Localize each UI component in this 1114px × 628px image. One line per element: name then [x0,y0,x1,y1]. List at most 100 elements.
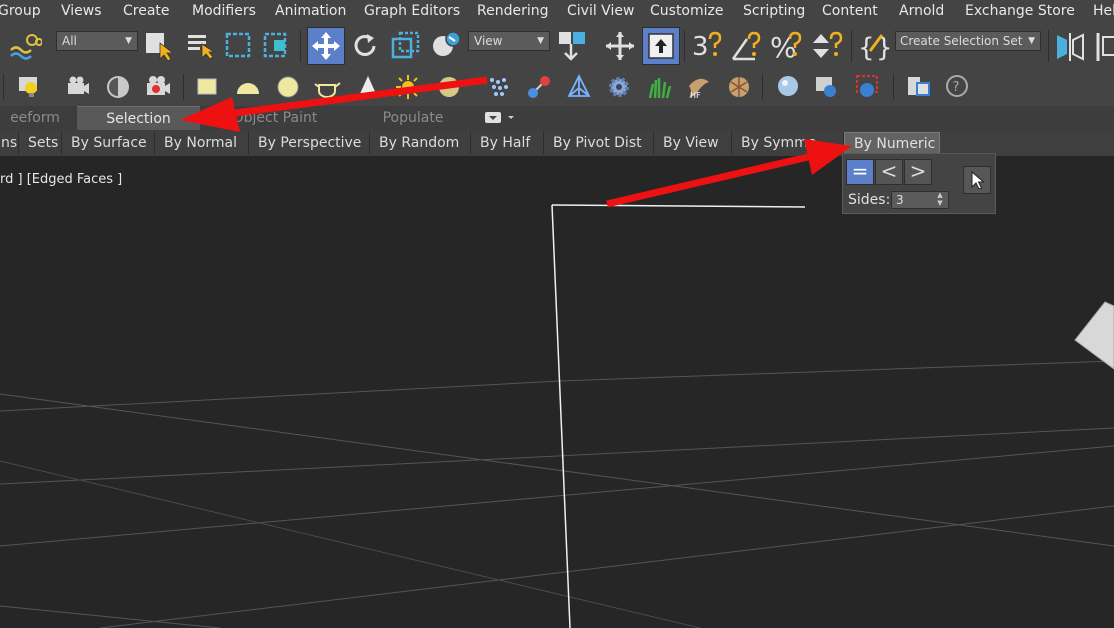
fog-icon[interactable] [436,74,462,100]
chevron-down-icon: ▼ [1028,36,1035,46]
numeric-less-than-button[interactable]: < [875,159,903,185]
svg-text:?: ? [953,80,960,95]
menu-modifiers[interactable]: Modifiers [192,3,256,19]
rotate-icon[interactable] [351,31,381,61]
ribbon-button-by-view[interactable]: By View [654,132,732,154]
menu-rendering[interactable]: Rendering [477,3,549,19]
molecule-icon[interactable] [526,74,552,100]
menu-graph-editors[interactable]: Graph Editors [364,3,460,19]
ribbon-button-by-pivot-dist[interactable]: By Pivot Dist [544,132,654,154]
ribbon-button-by-normal[interactable]: By Normal [155,132,249,154]
selection-filter-dropdown[interactable]: All ▼ [56,31,138,51]
angle-snap-toggle-icon[interactable] [730,29,764,63]
numeric-equal-button[interactable]: = [846,159,874,185]
menu-group[interactable]: Group [0,3,41,19]
spinner-down-icon[interactable]: ▼ [937,199,942,207]
sunlight-icon[interactable] [395,74,421,100]
select-and-manipulate-icon[interactable] [604,30,636,62]
menu-help[interactable]: Help [1093,3,1114,19]
teapot-primitive-icon[interactable] [314,75,342,99]
window-crossing-icon[interactable] [262,31,292,61]
reference-coordinate-dropdown[interactable]: View ▼ [468,31,550,51]
main-toolbar: All ▼ View ▼ 3 % {} Create Selection Se… [0,24,1114,68]
named-selection-set-dropdown[interactable]: Create Selection Set ▼ [895,31,1041,51]
viewport-label[interactable]: rd ] [Edged Faces ] [0,172,122,187]
menu-animation[interactable]: Animation [275,3,346,19]
keyboard-shortcut-icon [648,33,674,59]
select-objects-button[interactable] [963,166,991,194]
place-icon[interactable] [430,29,464,61]
mirror-icon[interactable] [1055,31,1087,61]
hemisphere-primitive-icon[interactable] [235,76,261,98]
sphere-primitive-icon[interactable] [276,75,302,99]
material-editor-icon[interactable] [105,74,131,100]
keyboard-shortcut-override-button[interactable] [642,27,680,65]
ribbon-button-by-random[interactable]: By Random [370,132,471,154]
pyramid-icon[interactable] [566,74,592,100]
ribbon-button-by-half[interactable]: By Half [471,132,544,154]
particle-system-icon[interactable] [486,74,512,100]
ribbon-button-by-perspective[interactable]: By Perspective [249,132,370,154]
percent-snap-toggle-icon[interactable]: % [770,29,804,63]
toolbar-separator [1048,30,1049,62]
select-and-move-button[interactable] [307,27,345,65]
by-numeric-panel: = < > Sides: 3 ▲ ▼ [842,153,996,214]
tab-selection[interactable]: Selection [77,106,200,130]
ribbon-button-by-surface[interactable]: By Surface [62,132,155,154]
perspective-viewport[interactable]: rd ] [Edged Faces ] [0,156,1114,628]
reference-coordinate-value: View [474,34,503,48]
texture-sphere-icon[interactable] [726,74,752,100]
selection-filter-value: All [62,34,77,48]
render-setup-icon[interactable] [144,74,172,100]
rectangular-selection-region-icon[interactable] [224,31,254,61]
align-icon[interactable] [1095,31,1114,61]
menu-exchange-store[interactable]: Exchange Store [965,3,1075,19]
spinner-up-icon[interactable]: ▲ [937,191,942,199]
cone-primitive-icon[interactable] [355,74,381,100]
render-production-icon[interactable] [854,74,882,100]
sides-spinner[interactable]: ▲ ▼ [933,191,947,209]
menu-scripting[interactable]: Scripting [743,3,805,19]
numeric-greater-than-button[interactable]: > [904,159,932,185]
toolbar-separator [762,74,763,100]
toolbar-separator [300,30,301,62]
ribbon-button-by-symmetry[interactable]: By Symme [732,132,844,154]
bind-to-space-warp-icon[interactable] [8,32,42,62]
select-by-name-icon[interactable] [186,31,216,61]
menu-views[interactable]: Views [61,3,102,19]
menu-civil-view[interactable]: Civil View [567,3,634,19]
ribbon-options-icon[interactable] [484,111,516,125]
scale-icon[interactable] [391,31,421,61]
render-frame-window-icon[interactable] [814,74,842,100]
tab-object-paint[interactable]: Object Paint [212,106,338,130]
spinner-snap-toggle-icon[interactable] [810,29,844,63]
tab-freeform[interactable]: eeform [0,106,74,130]
pivot-point-center-icon[interactable] [556,29,590,61]
render-sphere-icon[interactable] [776,74,802,100]
tab-populate[interactable]: Populate [350,106,476,130]
grass-icon[interactable] [646,74,672,100]
menu-create[interactable]: Create [123,3,170,19]
edit-named-selection-sets-icon[interactable]: { } [858,29,892,63]
select-object-icon[interactable] [144,31,174,61]
light-lister-icon[interactable] [17,74,43,100]
cursor-icon [971,170,985,190]
menu-content[interactable]: Content [822,3,878,19]
hair-and-fur-icon[interactable]: HF [686,74,712,100]
menu-customize[interactable]: Customize [650,3,724,19]
ribbon-button-ns[interactable]: ns [0,132,19,154]
plane-primitive-icon[interactable] [196,76,220,98]
script-listener-icon[interactable] [905,74,931,100]
toolbar-separator [183,74,184,100]
chevron-down-icon: ▼ [537,36,544,46]
gear-icon[interactable] [606,74,632,100]
camera-sequencer-icon[interactable] [65,74,91,100]
ribbon-button-sets[interactable]: Sets [19,132,62,154]
menu-arnold[interactable]: Arnold [899,3,944,19]
move-arrows-icon [312,32,340,60]
toolbar-separator [3,74,4,100]
ribbon-button-by-numeric[interactable]: By Numeric [844,132,940,154]
svg-text:HF: HF [690,91,701,100]
help-icon[interactable]: ? [945,74,971,100]
snaps-toggle-icon[interactable]: 3 [690,29,724,63]
